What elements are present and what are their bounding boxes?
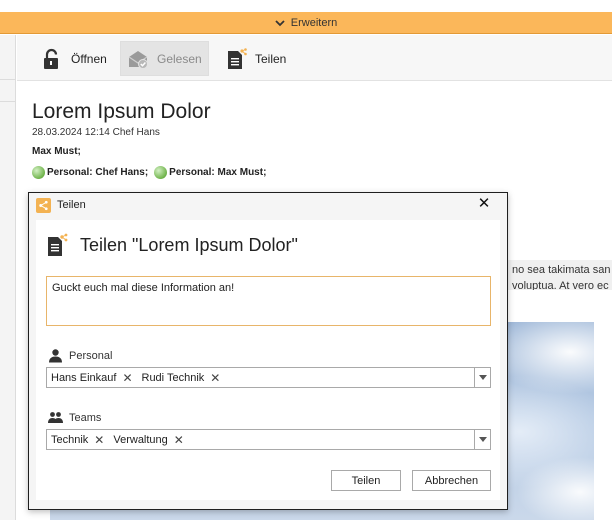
message-shared-with: Personal: Chef Hans; Personal: Max Must; [32, 166, 270, 179]
dialog-titlebar: Teilen [29, 193, 507, 217]
open-button[interactable]: Öffnen [35, 41, 113, 76]
presence-icon [154, 166, 168, 179]
shared-entry: Personal: Chef Hans; [32, 166, 148, 179]
unlock-icon [44, 48, 58, 69]
share-app-icon [36, 197, 51, 213]
remove-tag-icon[interactable]: ✕ [210, 371, 220, 385]
message-title: Lorem Ipsum Dolor [32, 100, 211, 123]
share-submit-button[interactable]: Teilen [331, 470, 401, 491]
team-tag: Technik ✕ [50, 433, 110, 447]
presence-icon [32, 166, 45, 179]
tag-label: Rudi Technik [141, 371, 205, 384]
shared-name: Max Must; [217, 167, 267, 178]
remove-tag-icon[interactable]: ✕ [174, 433, 184, 447]
left-gutter [0, 35, 16, 520]
cancel-button[interactable]: Abbrechen [412, 470, 491, 491]
envelope-read-icon [128, 50, 148, 69]
read-button[interactable]: Gelesen [120, 41, 209, 76]
toolbar: Öffnen Gelesen Teilen [17, 35, 612, 81]
share-document-icon [228, 47, 247, 69]
chevron-down-icon [275, 19, 285, 26]
read-label: Gelesen [157, 51, 202, 66]
personal-tag: Hans Einkauf ✕ [50, 371, 139, 385]
open-label: Öffnen [71, 51, 107, 66]
personal-picker[interactable]: Hans Einkauf ✕ Rudi Technik ✕ [46, 367, 491, 388]
expand-bar[interactable]: Erweitern [0, 12, 612, 34]
tag-label: Hans Einkauf [51, 371, 117, 384]
gutter-divider [0, 79, 16, 80]
message-body: no sea takimata san voluptua. At vero ec [508, 260, 612, 290]
shared-group: Personal: [169, 167, 215, 178]
share-message-input[interactable]: Guckt euch mal diese Information an! [46, 276, 491, 326]
dropdown-arrow-icon[interactable] [474, 430, 490, 449]
expand-label: Erweitern [290, 16, 338, 29]
share-label: Teilen [255, 51, 287, 66]
dialog-heading-text: Teilen "Lorem Ipsum Dolor" [80, 234, 298, 255]
tag-label: Verwaltung [113, 433, 168, 446]
body-line: voluptua. At vero ec [512, 280, 609, 290]
body-line: no sea takimata san [512, 264, 611, 276]
dialog-heading: Teilen "Lorem Ipsum Dolor" [46, 233, 298, 257]
share-button[interactable]: Teilen [219, 41, 292, 76]
team-icon [48, 412, 63, 423]
shared-name: Chef Hans; [95, 167, 149, 178]
share-document-icon [48, 233, 68, 256]
remove-tag-icon[interactable]: ✕ [122, 371, 132, 385]
person-icon [49, 349, 62, 363]
dropdown-arrow-icon[interactable] [474, 368, 490, 387]
dialog-window-title: Teilen [57, 199, 86, 211]
gutter-divider [0, 101, 16, 102]
teams-section-label: Teams [48, 410, 101, 425]
shared-group: Personal: [47, 167, 93, 178]
personal-section-label: Personal [48, 348, 112, 363]
teams-label: Teams [69, 411, 102, 424]
share-dialog: Teilen ✕ Teilen "Lorem Ipsum Dolor" Guck… [28, 192, 508, 510]
tag-label: Technik [51, 433, 89, 446]
team-tag: Verwaltung ✕ [112, 433, 190, 447]
personal-label: Personal [69, 349, 113, 362]
message-recipients: Max Must; [32, 146, 81, 157]
close-icon[interactable]: ✕ [475, 195, 493, 213]
message-meta: 28.03.2024 12:14 Chef Hans [32, 127, 160, 138]
shared-entry: Personal: Max Must; [154, 166, 266, 179]
remove-tag-icon[interactable]: ✕ [94, 433, 104, 447]
personal-tag: Rudi Technik ✕ [141, 371, 227, 385]
dialog-content: Teilen "Lorem Ipsum Dolor" Guckt euch ma… [36, 220, 500, 500]
teams-picker[interactable]: Technik ✕ Verwaltung ✕ [46, 429, 491, 450]
